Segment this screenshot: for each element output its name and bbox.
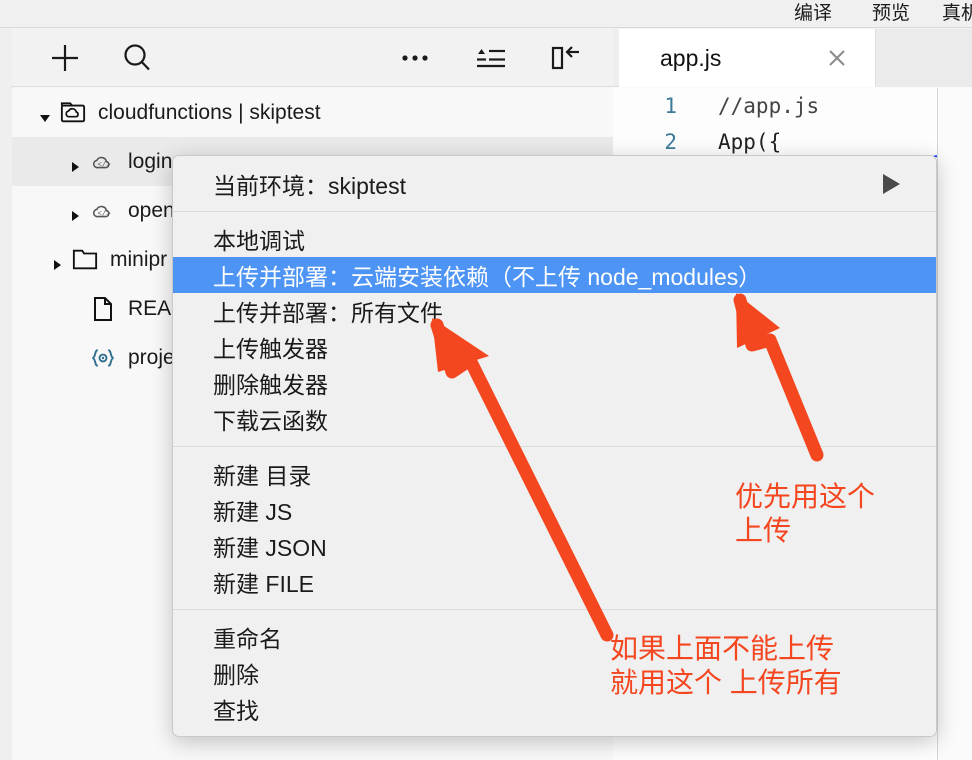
annotation-note-1-line-1: 优先用这个: [735, 481, 876, 512]
annotation-note-2-line-2: 就用这个 上传所有: [610, 667, 842, 698]
no-chevron: [68, 352, 80, 364]
chevron-right-icon[interactable]: [68, 205, 80, 221]
line-number: 2: [664, 130, 677, 154]
annotation-note-2-line-1: 如果上面不能上传: [610, 633, 835, 664]
no-chevron: [68, 303, 80, 315]
editor-scrollbar[interactable]: [938, 88, 972, 760]
menu-item-download-cloud-function[interactable]: 下载云函数: [173, 401, 936, 437]
tree-item-label: minipr: [110, 247, 168, 271]
code-line-1: //app.js: [718, 94, 820, 118]
json-config-icon: [90, 346, 116, 370]
annotation-note-1-line-2: 上传: [735, 515, 792, 546]
menu-item-new-file[interactable]: 新建 FILE: [173, 564, 936, 600]
context-menu-group-deploy: 本地调试 上传并部署：云端安装依赖（不上传 node_modules） 上传并部…: [173, 212, 936, 446]
menu-compile[interactable]: 编译: [778, 0, 848, 28]
tree-row-root[interactable]: cloudfunctions | skiptest: [12, 88, 613, 137]
play-triangle-icon[interactable]: [883, 173, 900, 194]
tab-app-js[interactable]: app.js: [619, 29, 876, 87]
folder-icon: [72, 248, 98, 272]
cloud-folder-icon: [60, 101, 86, 125]
close-icon[interactable]: [826, 47, 848, 69]
chevron-right-icon[interactable]: [68, 156, 80, 172]
tree-root-label: cloudfunctions | skiptest: [98, 100, 321, 124]
collapse-all-icon[interactable]: [466, 29, 516, 87]
tree-item-label: login: [128, 149, 173, 173]
menu-item-upload-deploy-all-files[interactable]: 上传并部署：所有文件: [173, 293, 936, 329]
context-menu-header: 当前环境：skiptest: [173, 156, 936, 212]
menu-item-upload-trigger[interactable]: 上传触发器: [173, 329, 936, 365]
add-icon[interactable]: [40, 29, 90, 87]
code-line-2: App({: [718, 130, 782, 154]
tab-empty-area: [876, 29, 972, 87]
line-number: 1: [664, 94, 677, 118]
svg-text:</>: </>: [97, 161, 111, 169]
menu-item-upload-deploy-cloud-install[interactable]: 上传并部署：云端安装依赖（不上传 node_modules）: [173, 257, 936, 293]
explorer-toolbar: [12, 29, 613, 87]
file-icon: [90, 296, 116, 321]
cloud-function-icon: </>: [90, 150, 116, 174]
toggle-sidebar-icon[interactable]: [540, 29, 590, 87]
cloud-function-icon: </>: [90, 199, 116, 223]
more-icon[interactable]: [392, 29, 442, 87]
tab-label: app.js: [660, 44, 722, 71]
search-icon[interactable]: [112, 29, 162, 87]
app-menubar: 编译 预览 真机: [0, 0, 972, 28]
current-environment-label: 当前环境：skiptest: [213, 172, 406, 199]
annotation-note-2: 如果上面不能上传 就用这个 上传所有: [610, 632, 842, 700]
menu-item-delete-trigger[interactable]: 删除触发器: [173, 365, 936, 401]
screen-root: 编译 预览 真机 cloudfunctions | skiptest </> l…: [0, 0, 972, 760]
chevron-right-icon[interactable]: [50, 254, 62, 270]
tree-item-label: open: [128, 198, 175, 222]
menu-item-local-debug[interactable]: 本地调试: [173, 221, 936, 257]
menu-preview[interactable]: 预览: [856, 0, 926, 28]
menu-realdevice[interactable]: 真机: [926, 0, 972, 28]
annotation-note-1: 优先用这个 上传: [735, 480, 875, 548]
chevron-down-icon[interactable]: [38, 107, 50, 122]
svg-text:</>: </>: [97, 210, 111, 218]
editor-tabstrip: app.js: [613, 29, 972, 87]
